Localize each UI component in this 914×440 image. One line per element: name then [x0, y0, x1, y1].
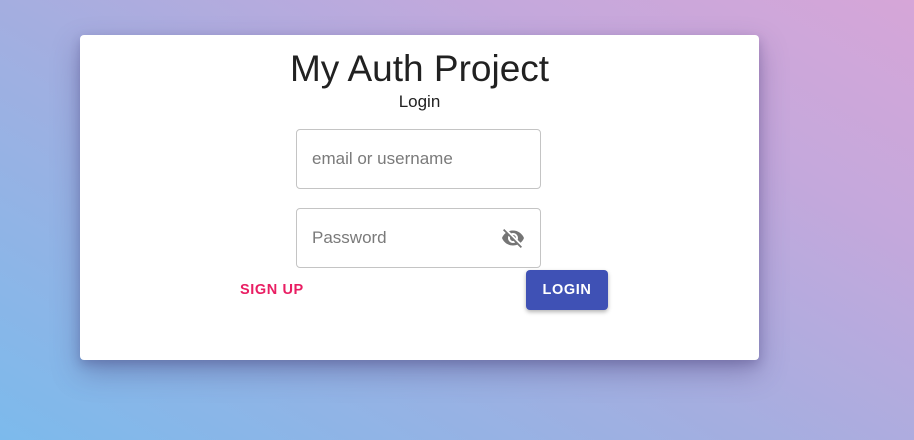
email-input[interactable]: [312, 130, 492, 188]
email-field[interactable]: [296, 129, 541, 189]
sign-up-button[interactable]: SIGN UP: [228, 272, 316, 308]
password-field[interactable]: [296, 208, 541, 268]
password-input[interactable]: [312, 209, 492, 267]
eye-off-icon[interactable]: [499, 226, 527, 250]
page-title: My Auth Project: [289, 48, 550, 89]
login-button[interactable]: LOGIN: [526, 270, 608, 310]
page-subtitle: Login: [398, 92, 441, 111]
login-card: My Auth Project Login SIGN UP LOGIN: [80, 35, 759, 360]
